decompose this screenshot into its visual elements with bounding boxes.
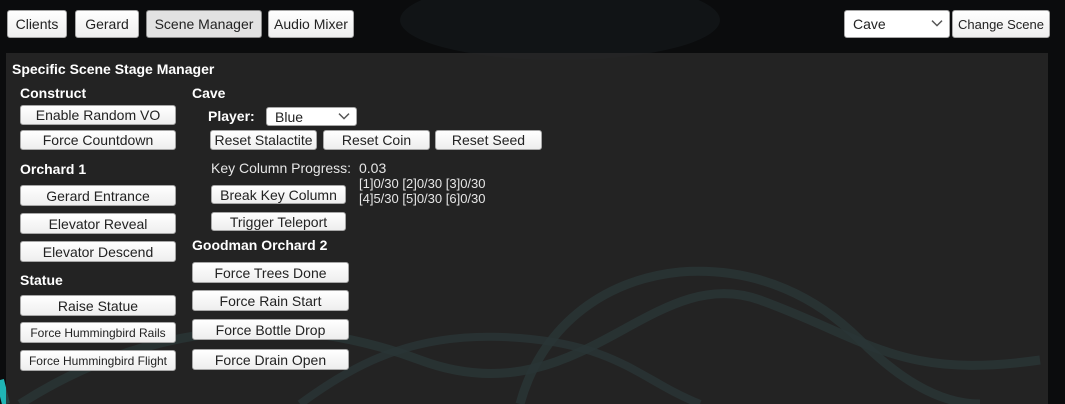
chevron-down-icon <box>338 112 350 120</box>
enable-random-vo-button[interactable]: Enable Random VO <box>20 105 176 125</box>
construct-header: Construct <box>20 85 87 101</box>
tab-clients[interactable]: Clients <box>7 10 67 38</box>
tab-audio-mixer[interactable]: Audio Mixer <box>268 10 354 38</box>
player-label: Player: <box>208 108 255 124</box>
scene-select-value: Cave <box>853 16 886 32</box>
elevator-descend-button[interactable]: Elevator Descend <box>20 241 176 262</box>
key-column-progress-value: 0.03 <box>359 160 387 176</box>
force-bottle-drop-button[interactable]: Force Bottle Drop <box>192 319 349 340</box>
reset-stalactite-button[interactable]: Reset Stalactite <box>210 130 317 150</box>
key-column-progress-label: Key Column Progress: <box>211 160 352 176</box>
chevron-down-icon <box>931 20 943 27</box>
break-key-column-button[interactable]: Break Key Column <box>211 185 346 204</box>
force-countdown-button[interactable]: Force Countdown <box>20 130 176 150</box>
key-column-status-line-2: [4]5/30 [5]0/30 [6]0/30 <box>359 191 486 206</box>
trigger-teleport-button[interactable]: Trigger Teleport <box>211 212 346 231</box>
scene-select[interactable]: Cave <box>844 10 950 38</box>
force-hummingbird-flight-button[interactable]: Force Hummingbird Flight <box>20 350 176 371</box>
reset-seed-button[interactable]: Reset Seed <box>435 130 542 150</box>
key-column-status-line-1: [1]0/30 [2]0/30 [3]0/30 <box>359 176 486 191</box>
orchard1-header: Orchard 1 <box>20 161 87 177</box>
player-select-value: Blue <box>275 108 304 125</box>
reset-coin-button[interactable]: Reset Coin <box>323 130 430 150</box>
force-hummingbird-rails-button[interactable]: Force Hummingbird Rails <box>20 322 176 343</box>
force-rain-start-button[interactable]: Force Rain Start <box>192 290 349 311</box>
goodman-orchard2-header: Goodman Orchard 2 <box>192 237 328 253</box>
elevator-reveal-button[interactable]: Elevator Reveal <box>20 213 176 234</box>
cave-header: Cave <box>192 85 226 101</box>
panel-title: Specific Scene Stage Manager <box>12 61 215 77</box>
force-trees-done-button[interactable]: Force Trees Done <box>192 262 349 283</box>
force-drain-open-button[interactable]: Force Drain Open <box>192 349 349 370</box>
tab-scene-manager[interactable]: Scene Manager <box>146 10 262 38</box>
gerard-entrance-button[interactable]: Gerard Entrance <box>20 185 176 206</box>
tab-gerard[interactable]: Gerard <box>75 10 139 38</box>
raise-statue-button[interactable]: Raise Statue <box>20 295 176 316</box>
change-scene-button[interactable]: Change Scene <box>952 10 1050 38</box>
player-select[interactable]: Blue <box>266 107 357 126</box>
statue-header: Statue <box>20 272 63 288</box>
